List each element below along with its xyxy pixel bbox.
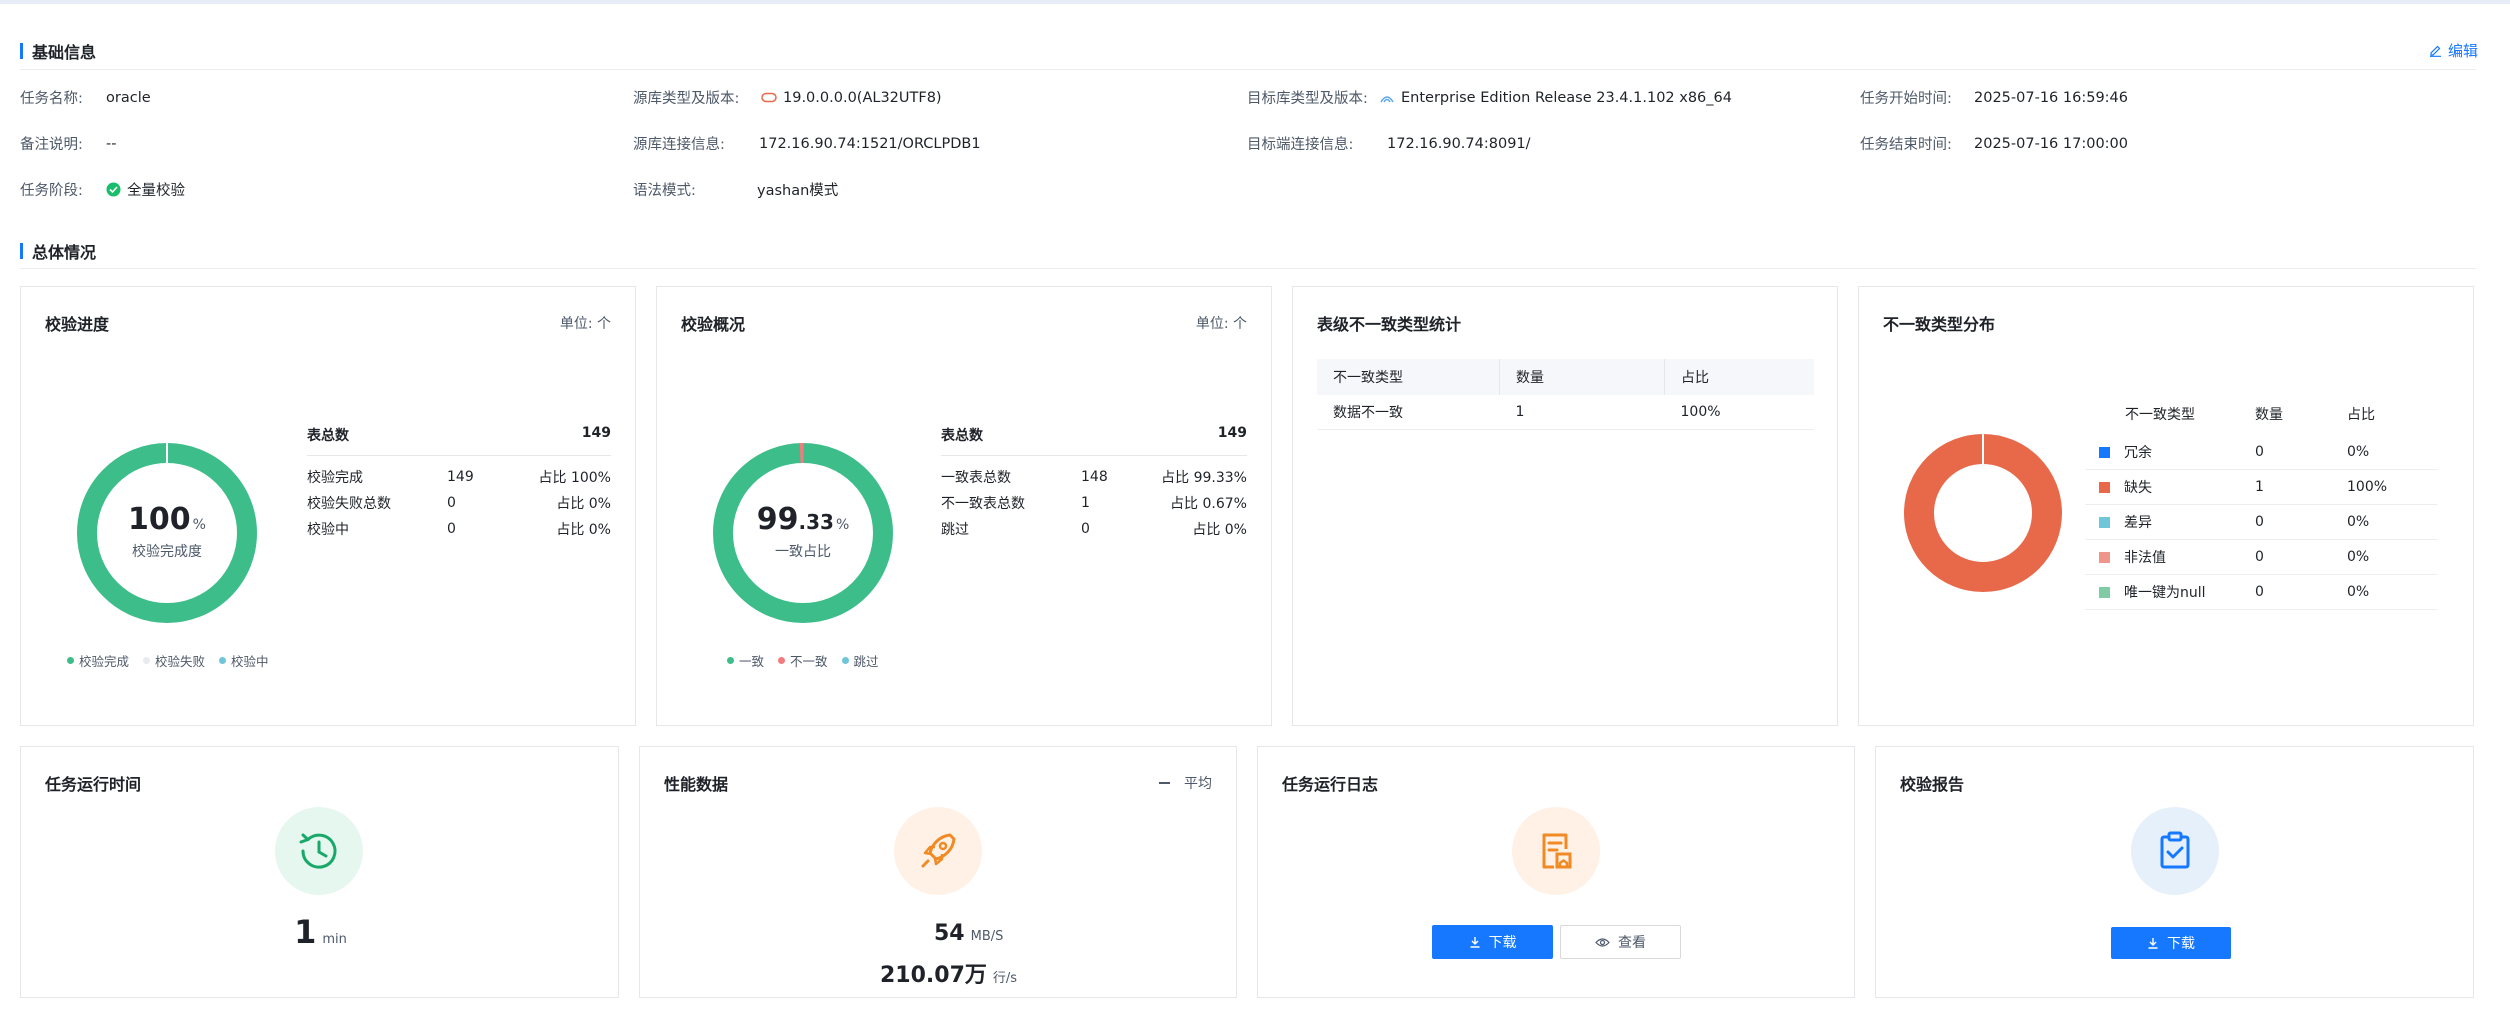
overview-center: 99.33% 一致占比	[756, 502, 850, 560]
edit-link[interactable]: 编辑	[2429, 40, 2478, 61]
distribution-table: 不一致类型 数量 占比 冗余 0 0% 缺失 1 100% 差异 0 0% 非法值 0 0% 唯…	[2085, 399, 2437, 610]
perf-icon-wrap	[894, 807, 982, 895]
edit-label[interactable]: 编辑	[2448, 40, 2478, 61]
clipboard-check-icon	[2160, 831, 2190, 869]
distribution-row: 差异 0 0%	[2085, 505, 2437, 540]
overview-unit: 单位: 个	[1195, 316, 1247, 332]
stats-row: 校验完成 149 占比 100%	[307, 469, 611, 486]
clock-refresh-icon	[299, 833, 337, 869]
perf-rows: 210.07万 行/s	[880, 963, 1018, 988]
table-row: 数据不一致 1 100%	[1317, 395, 1814, 430]
document-icon	[1542, 833, 1572, 869]
stats-row: 校验失败总数 0 占比 0%	[307, 495, 611, 512]
info-target-conn: 目标端连接信息: 172.16.90.74:8091/	[1247, 135, 1531, 154]
col-header: 数量	[1499, 359, 1665, 395]
rocket-icon	[921, 833, 956, 868]
minus-icon	[1159, 782, 1170, 784]
legend-item: 校验失败	[143, 651, 205, 670]
perf-title: 性能数据	[664, 775, 729, 794]
yashan-icon	[1380, 95, 1394, 102]
perf-speed: 54 MB/S	[934, 921, 1004, 946]
download-icon	[1470, 937, 1479, 948]
legend-item: 校验中	[219, 651, 269, 670]
table-stats-card: 表级不一致类型统计 不一致类型 数量 占比 数据不一致 1 100%	[1292, 286, 1838, 726]
eye-icon	[1595, 937, 1610, 947]
log-view-button[interactable]: 查看	[1560, 925, 1681, 959]
divider	[20, 69, 2476, 70]
oracle-icon	[761, 92, 777, 103]
info-task-name: 任务名称: oracle	[20, 89, 151, 108]
info-stage: 任务阶段: 全量校验	[20, 179, 185, 200]
distribution-row: 冗余 0 0%	[2085, 435, 2437, 470]
distribution-donut	[1904, 434, 2062, 592]
runtime-card: 任务运行时间 1 min	[20, 746, 619, 998]
edit-icon	[2429, 45, 2441, 57]
info-note: 备注说明: --	[20, 135, 117, 154]
runtime-value: 1 min	[294, 913, 347, 951]
target-type-value: Enterprise Edition Release 23.4.1.102 x8…	[1401, 89, 1732, 106]
perf-card: 性能数据 平均 54 MB/S 210.07万 行/s	[639, 746, 1237, 998]
info-source-conn: 源库连接信息: 172.16.90.74:1521/ORCLPDB1	[633, 135, 981, 154]
perf-avg-toggle[interactable]: 平均	[1159, 773, 1212, 793]
runtime-title: 任务运行时间	[45, 775, 142, 794]
log-title: 任务运行日志	[1282, 775, 1379, 794]
top-border	[0, 0, 2510, 4]
report-card: 校验报告 下载	[1875, 746, 2474, 998]
divider	[20, 268, 2476, 269]
progress-center: 100% 校验完成度	[128, 502, 206, 560]
table-stats-table: 不一致类型 数量 占比 数据不一致 1 100%	[1317, 359, 1814, 430]
donut-segment-missing	[1904, 434, 2062, 592]
download-icon	[2148, 938, 2158, 949]
overview-card: 校验概况 单位: 个 99.33% 一致占比 一致 不一致 跳过 表总数 149 …	[656, 286, 1272, 726]
stage-value: 全量校验	[127, 183, 185, 199]
progress-title: 校验进度	[45, 315, 110, 334]
stats-row: 不一致表总数 1 占比 0.67%	[941, 495, 1247, 512]
distribution-row: 缺失 1 100%	[2085, 470, 2437, 505]
check-circle-icon	[106, 182, 121, 197]
legend-item: 校验完成	[67, 651, 129, 670]
info-target-type: 目标库类型及版本: Enterprise Edition Release 23.…	[1247, 89, 1732, 108]
distribution-title: 不一致类型分布	[1883, 315, 1996, 334]
runtime-icon-wrap	[275, 807, 363, 895]
distribution-row: 唯一键为null 0 0%	[2085, 575, 2437, 610]
legend-item: 不一致	[778, 651, 828, 670]
legend-item: 跳过	[841, 651, 879, 670]
log-icon-wrap	[1512, 807, 1600, 895]
table-stats-title: 表级不一致类型统计	[1317, 315, 1462, 334]
section-overall-title: 总体情况	[20, 239, 96, 263]
legend-item: 一致	[727, 651, 764, 670]
info-start-time: 任务开始时间: 2025-07-16 16:59:46	[1860, 89, 2128, 108]
distribution-row: 非法值 0 0%	[2085, 540, 2437, 575]
progress-unit: 单位: 个	[559, 316, 611, 332]
stats-row: 校验中 0 占比 0%	[307, 521, 611, 538]
report-title: 校验报告	[1900, 775, 1965, 794]
overview-title: 校验概况	[681, 315, 746, 334]
progress-stats: 表总数 149 校验完成 149 占比 100% 校验失败总数 0 占比 0% 校验中 0 占…	[307, 425, 611, 542]
distribution-card: 不一致类型分布 不一致类型 数量 占比 冗余 0 0% 缺失 1 100% 差异 0 0% …	[1858, 286, 2474, 726]
info-end-time: 任务结束时间: 2025-07-16 17:00:00	[1860, 135, 2128, 154]
log-download-button[interactable]: 下载	[1432, 925, 1553, 959]
progress-legend: 校验完成 校验失败 校验中	[67, 651, 269, 670]
stats-row: 跳过 0 占比 0%	[941, 521, 1247, 538]
overview-legend: 一致 不一致 跳过	[727, 651, 879, 670]
info-syntax: 语法模式: yashan模式	[633, 183, 839, 199]
distribution-header: 不一致类型 数量 占比	[2125, 407, 2375, 423]
stats-row: 一致表总数 148 占比 99.33%	[941, 469, 1247, 486]
source-type-value: 19.0.0.0.0(AL32UTF8)	[783, 89, 942, 106]
col-header: 不一致类型	[1317, 359, 1500, 395]
report-icon-wrap	[2131, 807, 2219, 895]
info-source-type: 源库类型及版本: 19.0.0.0.0(AL32UTF8)	[633, 89, 942, 108]
overview-stats: 表总数 149 一致表总数 148 占比 99.33% 不一致表总数 1 占比 0.67%…	[941, 425, 1247, 542]
report-download-button[interactable]: 下载	[2111, 927, 2231, 959]
col-header: 占比	[1664, 359, 1814, 395]
progress-card: 校验进度 单位: 个 100% 校验完成度 校验完成 校验失败 校验中 表总数 1…	[20, 286, 636, 726]
section-basic-title: 基础信息	[20, 39, 96, 63]
log-card: 任务运行日志 下载 查看	[1257, 746, 1855, 998]
